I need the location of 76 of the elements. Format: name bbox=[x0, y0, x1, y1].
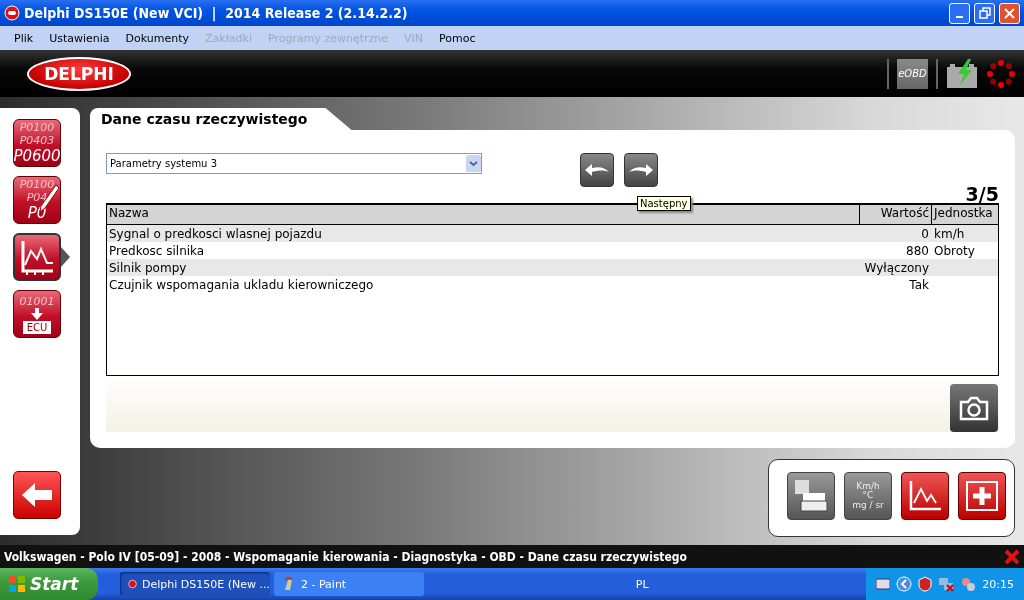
logo: DELPHI bbox=[27, 56, 131, 91]
taskbar-button[interactable]: Delphi DS150E (New ... bbox=[120, 572, 270, 596]
app-icon bbox=[4, 5, 20, 21]
camera-button[interactable] bbox=[950, 384, 998, 432]
plus-icon bbox=[964, 479, 1000, 513]
code-text: P0403 bbox=[19, 134, 55, 147]
restore-icon bbox=[978, 7, 991, 19]
sidebar-item[interactable]: 01001 ECU bbox=[13, 290, 61, 338]
camera-icon bbox=[958, 395, 990, 421]
start-button[interactable]: Start bbox=[0, 568, 98, 600]
curved-right-arrow-icon bbox=[628, 163, 654, 177]
code-text: P04 bbox=[26, 191, 48, 204]
system-dropdown[interactable]: Parametry systemu 3 bbox=[106, 153, 482, 174]
minimize-button[interactable] bbox=[949, 2, 970, 24]
next-button[interactable] bbox=[624, 153, 658, 187]
column-header[interactable]: Jednostka bbox=[931, 205, 998, 224]
windows-logo-icon bbox=[8, 575, 26, 593]
close-button[interactable] bbox=[999, 2, 1020, 24]
table-cell-text: Tak bbox=[908, 277, 930, 292]
sidebar-item[interactable] bbox=[13, 233, 61, 281]
battery-charge-icon bbox=[946, 58, 978, 89]
table-cell-text: Predkosc silnika bbox=[108, 243, 206, 258]
code-text: P0100 bbox=[19, 178, 55, 191]
minimize-icon bbox=[956, 16, 963, 18]
menu-item[interactable]: Plik bbox=[6, 31, 42, 45]
menu-item[interactable]: Ustawienia bbox=[41, 31, 118, 45]
add-parameter-button[interactable] bbox=[958, 472, 1006, 520]
window-title: Delphi DS150E (New VCI) | 2014 Release 2 (2.14.2.2) bbox=[24, 5, 409, 21]
down-arrow-icon bbox=[30, 307, 44, 320]
curved-left-arrow-icon bbox=[584, 163, 610, 177]
table-cell-text: 0 bbox=[920, 226, 930, 241]
previous-button[interactable] bbox=[580, 153, 614, 187]
ecu-label: ECU bbox=[22, 320, 52, 334]
unit-label: °C bbox=[862, 491, 874, 501]
code-text: P0100 bbox=[19, 121, 55, 134]
menu-item[interactable]: Dokumenty bbox=[117, 31, 198, 45]
table-cell-text: Obroty bbox=[933, 243, 976, 258]
restore-button[interactable] bbox=[974, 2, 995, 24]
panel-tab[interactable]: Dane czasu rzeczywistego bbox=[90, 108, 352, 130]
column-header[interactable]: Wartość bbox=[859, 205, 931, 224]
chevron-left-icon[interactable] bbox=[896, 576, 913, 592]
print-button[interactable] bbox=[787, 472, 835, 520]
graph-button[interactable] bbox=[901, 472, 949, 520]
table-cell-text: Sygnal o predkosci wlasnej pojazdu bbox=[108, 226, 323, 241]
back-button[interactable] bbox=[13, 471, 61, 519]
sidebar-item[interactable]: P0100 P0403 P0600 bbox=[13, 119, 61, 167]
chevron-down-icon bbox=[466, 155, 481, 172]
table-cell-text: 880 bbox=[905, 243, 930, 258]
code-text: 01001 bbox=[19, 294, 55, 308]
taskbar-button[interactable]: 2 - Paint bbox=[274, 572, 424, 596]
page-counter: 3/5 bbox=[965, 183, 999, 205]
network-icon[interactable] bbox=[938, 576, 955, 592]
close-icon bbox=[1004, 7, 1015, 19]
close-icon[interactable] bbox=[1004, 548, 1020, 565]
printer-icon bbox=[793, 479, 829, 513]
language-indicator[interactable]: PL bbox=[635, 577, 655, 591]
shield-icon[interactable] bbox=[918, 576, 933, 592]
table-cell-text: Silnik pompy bbox=[108, 260, 188, 275]
app-icon bbox=[128, 577, 138, 591]
loading-icon bbox=[986, 58, 1016, 89]
keyboard-icon[interactable] bbox=[876, 578, 891, 590]
breadcrumb-text: Volkswagen - Polo IV [05-09] - 2008 - Wspomaganie kierowania - Diagnostyka - OBD - Dane czasu rzeczywistego bbox=[4, 549, 688, 564]
line-graph-icon bbox=[907, 479, 943, 513]
table-cell-text: km/h bbox=[933, 226, 966, 241]
menu-item[interactable]: Pomoc bbox=[431, 31, 484, 45]
code-text: P0600 bbox=[13, 147, 61, 165]
table-cell-text: Czujnik wspomagania ukladu kierowniczego bbox=[108, 277, 375, 292]
clock: 20:15 bbox=[982, 577, 1014, 591]
unit-label: Km/h bbox=[856, 481, 880, 491]
left-arrow-icon bbox=[21, 482, 53, 508]
units-button[interactable]: Km/h °C mg / sr bbox=[844, 472, 892, 520]
table-cell-text: Wyłączony bbox=[863, 260, 930, 275]
selection-pointer-icon bbox=[61, 247, 70, 267]
unit-label: mg / sr bbox=[852, 500, 884, 511]
tooltip: Następny bbox=[637, 196, 691, 211]
obd-badge[interactable]: eOBD bbox=[897, 58, 928, 89]
